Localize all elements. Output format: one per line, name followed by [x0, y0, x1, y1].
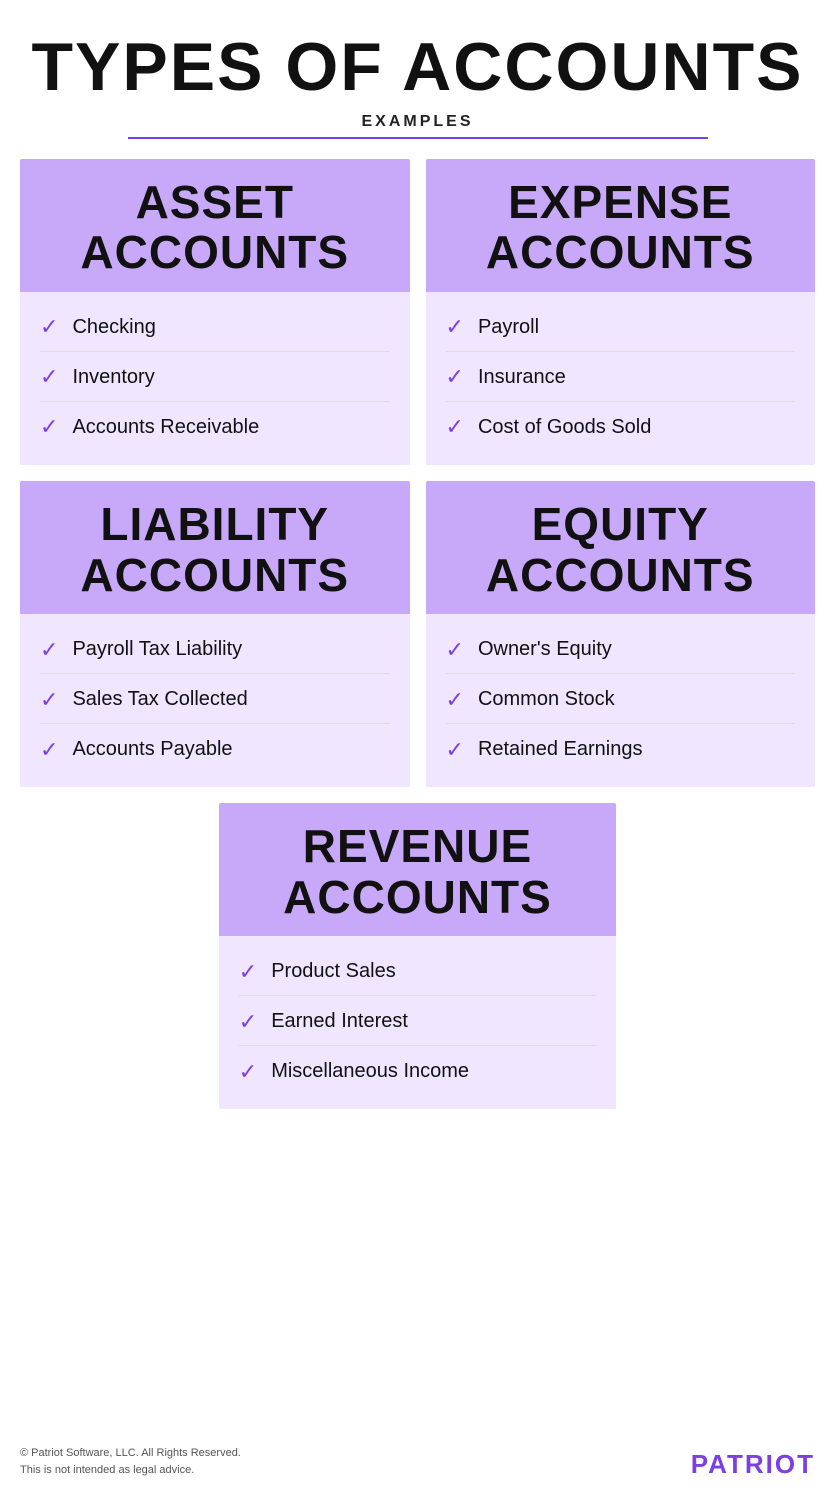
card-body-expense: ✓ Payroll ✓ Insurance ✓ Cost of Goods Sold [426, 292, 816, 465]
revenue-card-wrapper: REVENUEACCOUNTS ✓ Product Sales ✓ Earned Int… [20, 803, 815, 1109]
item-label: Accounts Payable [72, 738, 232, 761]
list-item: ✓ Inventory [40, 352, 390, 402]
item-label: Retained Earnings [478, 738, 643, 761]
list-item: ✓ Payroll Tax Liability [40, 624, 390, 674]
card-title-liability: LIABILITYACCOUNTS [40, 499, 390, 600]
card-body-liability: ✓ Payroll Tax Liability ✓ Sales Tax Collect… [20, 614, 410, 787]
checkmark-icon: ✓ [446, 366, 464, 388]
card-title-expense: EXPENSEACCOUNTS [446, 177, 796, 278]
page-title: TYPES OF ACCOUNTS [32, 30, 804, 105]
checkmark-icon: ✓ [239, 1011, 257, 1033]
brand-logo: PATRIOT [691, 1449, 815, 1480]
card-title-revenue: REVENUEACCOUNTS [239, 821, 597, 922]
list-item: ✓ Accounts Receivable [40, 402, 390, 451]
checkmark-icon: ✓ [40, 316, 58, 338]
card-revenue: REVENUEACCOUNTS ✓ Product Sales ✓ Earned Int… [219, 803, 617, 1109]
checkmark-icon: ✓ [446, 689, 464, 711]
checkmark-icon: ✓ [40, 639, 58, 661]
item-label: Earned Interest [271, 1010, 408, 1033]
list-item: ✓ Accounts Payable [40, 724, 390, 773]
card-body-equity: ✓ Owner's Equity ✓ Common Stock ✓ Retained Ea… [426, 614, 816, 787]
card-title-equity: EQUITYACCOUNTS [446, 499, 796, 600]
checkmark-icon: ✓ [40, 739, 58, 761]
checkmark-icon: ✓ [40, 416, 58, 438]
card-body-revenue: ✓ Product Sales ✓ Earned Interest ✓ Miscellan… [219, 936, 617, 1109]
item-label: Payroll Tax Liability [72, 638, 242, 661]
card-header-liability: LIABILITYACCOUNTS [20, 481, 410, 614]
checkmark-icon: ✓ [446, 639, 464, 661]
item-label: Payroll [478, 316, 539, 339]
disclaimer-text: This is not intended as legal advice. [20, 1462, 241, 1480]
item-label: Checking [72, 316, 155, 339]
checkmark-icon: ✓ [239, 961, 257, 983]
checkmark-icon: ✓ [446, 739, 464, 761]
list-item: ✓ Retained Earnings [446, 724, 796, 773]
checkmark-icon: ✓ [40, 366, 58, 388]
card-header-equity: EQUITYACCOUNTS [426, 481, 816, 614]
list-item: ✓ Checking [40, 302, 390, 352]
checkmark-icon: ✓ [239, 1061, 257, 1083]
card-expense: EXPENSEACCOUNTS ✓ Payroll ✓ Insurance ✓ Cost o… [426, 159, 816, 465]
list-item: ✓ Insurance [446, 352, 796, 402]
item-label: Miscellaneous Income [271, 1060, 469, 1083]
list-item: ✓ Miscellaneous Income [239, 1046, 597, 1095]
list-item: ✓ Payroll [446, 302, 796, 352]
list-item: ✓ Product Sales [239, 946, 597, 996]
subtitle-divider [128, 137, 708, 139]
card-header-asset: ASSETACCOUNTS [20, 159, 410, 292]
item-label: Insurance [478, 366, 566, 389]
card-header-expense: EXPENSEACCOUNTS [426, 159, 816, 292]
list-item: ✓ Owner's Equity [446, 624, 796, 674]
checkmark-icon: ✓ [40, 689, 58, 711]
card-body-asset: ✓ Checking ✓ Inventory ✓ Accounts Receivable [20, 292, 410, 465]
item-label: Owner's Equity [478, 638, 612, 661]
card-asset: ASSETACCOUNTS ✓ Checking ✓ Inventory ✓ Account… [20, 159, 410, 465]
item-label: Cost of Goods Sold [478, 416, 651, 439]
subtitle-section: EXAMPLES [20, 113, 815, 139]
card-title-asset: ASSETACCOUNTS [40, 177, 390, 278]
card-liability: LIABILITYACCOUNTS✓Payroll Tax Liability✓… [20, 481, 410, 787]
list-item: ✓ Cost of Goods Sold [446, 402, 796, 451]
item-label: Product Sales [271, 960, 396, 983]
card-equity: EQUITYACCOUNTS ✓ Owner's Equity ✓ Common Sto… [426, 481, 816, 787]
footer: © Patriot Software, LLC. All Rights Rese… [20, 1435, 815, 1480]
item-label: Sales Tax Collected [72, 688, 247, 711]
checkmark-icon: ✓ [446, 316, 464, 338]
item-label: Common Stock [478, 688, 615, 711]
item-label: Accounts Receivable [72, 416, 259, 439]
card-header-revenue: REVENUEACCOUNTS [219, 803, 617, 936]
copyright-text: © Patriot Software, LLC. All Rights Rese… [20, 1445, 241, 1463]
list-item: ✓ Sales Tax Collected [40, 674, 390, 724]
top-cards-grid: ASSETACCOUNTS ✓ Checking ✓ Inventory ✓ Account… [20, 159, 815, 787]
item-label: Inventory [72, 366, 154, 389]
footer-text: © Patriot Software, LLC. All Rights Rese… [20, 1445, 241, 1480]
list-item: ✓ Earned Interest [239, 996, 597, 1046]
subtitle-label: EXAMPLES [361, 113, 473, 131]
list-item: ✓ Common Stock [446, 674, 796, 724]
checkmark-icon: ✓ [446, 416, 464, 438]
